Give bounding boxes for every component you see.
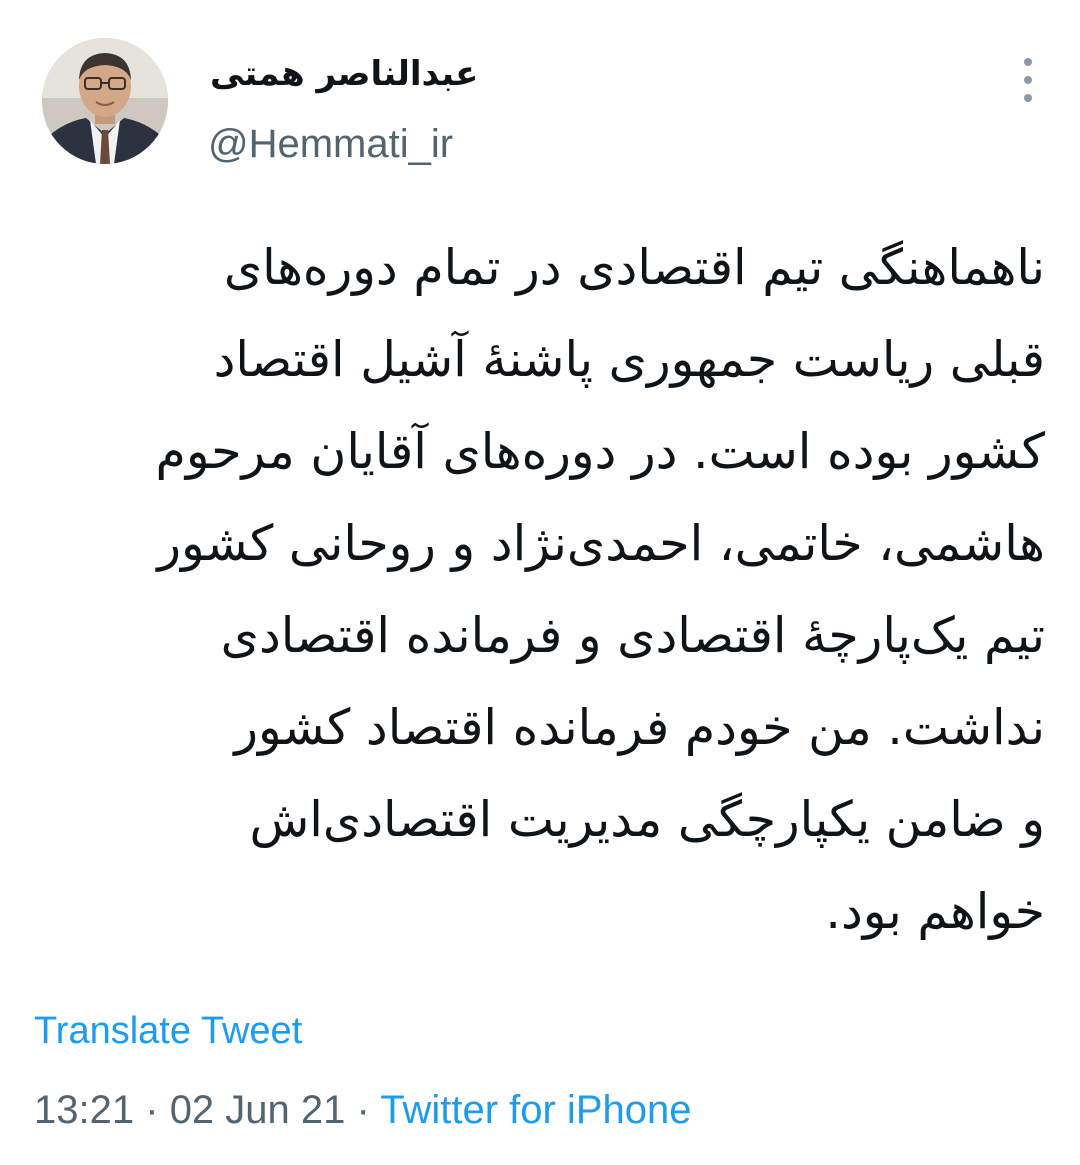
more-dot: [1024, 94, 1032, 102]
tweet-text-line: قبلی ریاست جمهوری پاشنهٔ آشیل اقتصاد: [213, 331, 1045, 388]
tweet-text-line: هاشمی، خاتمی، احمدی‌نژاد و روحانی کشور: [157, 515, 1045, 572]
more-vertical-icon[interactable]: [1010, 58, 1046, 102]
author-handle[interactable]: @Hemmati_ir: [208, 120, 453, 168]
tweet-time: 13:21: [34, 1088, 135, 1132]
tweet-text-line: نداشت. من خودم فرمانده اقتصاد کشور: [234, 699, 1045, 756]
meta-separator: ·: [145, 1088, 159, 1132]
avatar-photo: [42, 38, 168, 164]
tweet-text: ناهماهنگی تیم اقتصادی در تمام دوره‌های ق…: [30, 222, 1045, 958]
more-dot: [1024, 76, 1032, 84]
tweet-text-line: کشور بوده است. در دوره‌های آقایان مرحوم: [155, 423, 1045, 480]
tweet-metadata: 13:21 · 02 Jun 21 · Twitter for iPhone: [34, 1086, 691, 1134]
translate-tweet-link[interactable]: Translate Tweet: [34, 1008, 302, 1054]
more-dot: [1024, 58, 1032, 66]
author-display-name[interactable]: عبدالناصر همتی: [210, 52, 478, 96]
tweet-text-line: تیم یک‌پارچهٔ اقتصادی و فرمانده اقتصادی: [220, 607, 1045, 664]
tweet-text-line: و ضامن یکپارچگی مدیریت اقتصادی‌اش: [249, 791, 1045, 848]
tweet-text-line: خواهم بود.: [825, 883, 1045, 940]
avatar[interactable]: [42, 38, 168, 164]
tweet-text-line: ناهماهنگی تیم اقتصادی در تمام دوره‌های: [223, 239, 1045, 296]
meta-separator: ·: [356, 1088, 370, 1132]
tweet-source-link[interactable]: Twitter for iPhone: [380, 1088, 691, 1132]
tweet-date[interactable]: 02 Jun 21: [170, 1088, 346, 1132]
tweet-header: عبدالناصر همتی @Hemmati_ir: [0, 0, 1080, 200]
